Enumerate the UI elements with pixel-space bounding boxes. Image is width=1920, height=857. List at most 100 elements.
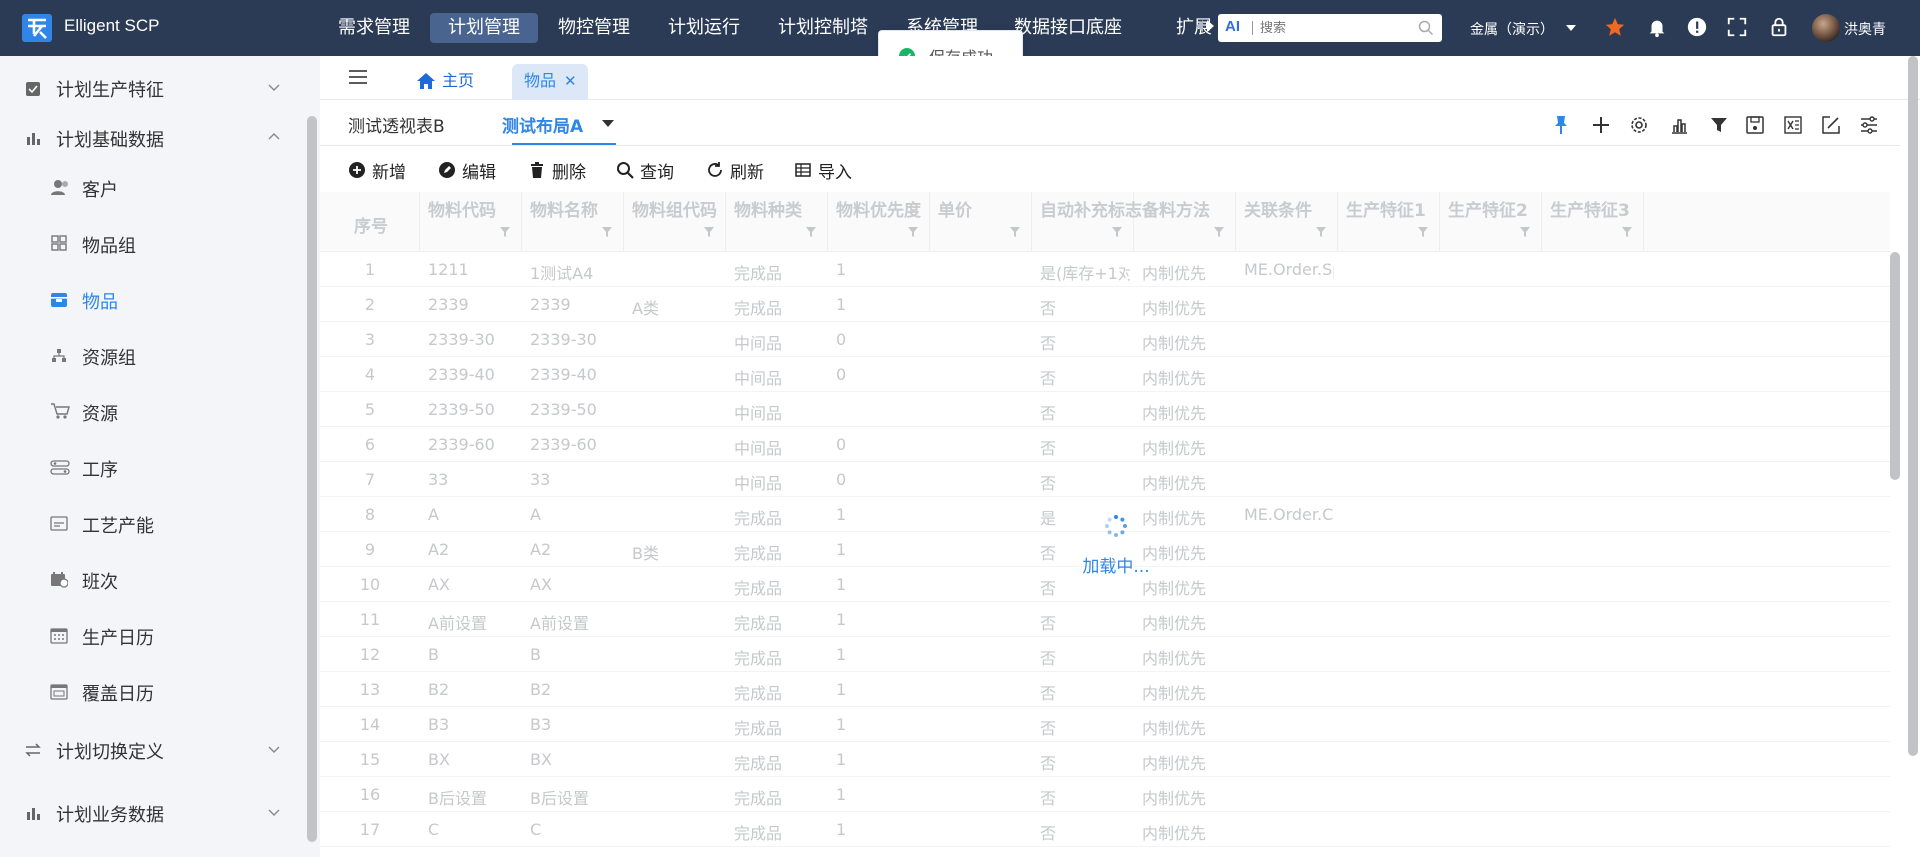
filter-icon[interactable] [1708, 114, 1730, 136]
table-row[interactable]: 15 BX BX 完成品 1 否内制优先 [320, 742, 1890, 777]
column-filter-icon[interactable] [1519, 226, 1531, 238]
table-cell[interactable]: 33 [428, 470, 518, 489]
save-icon[interactable] [1744, 114, 1766, 136]
sidebar-group-base-data[interactable]: 计划基础数据 [0, 116, 310, 160]
app-logo-icon[interactable] [20, 10, 56, 46]
table-cell[interactable]: 内制优先 [1142, 715, 1232, 739]
plus-icon[interactable] [1590, 114, 1612, 136]
user-name[interactable]: 洪奥青 [1844, 19, 1886, 39]
table-cell[interactable]: 否 [1040, 680, 1130, 704]
topnav-item-demand[interactable]: 需求管理 [320, 13, 428, 43]
table-cell[interactable]: B3 [428, 715, 518, 734]
table-cell[interactable]: 否 [1040, 715, 1130, 739]
column-header[interactable]: 物料组代码 [624, 192, 726, 252]
table-cell[interactable]: 否 [1040, 750, 1130, 774]
table-cell[interactable]: 1 [836, 715, 926, 734]
table-cell[interactable]: A2 [428, 540, 518, 559]
table-cell[interactable]: ME.Order.Sp... [1244, 260, 1334, 279]
column-header[interactable]: 生产特征1 [1338, 192, 1440, 252]
table-cell[interactable]: 完成品 [734, 645, 824, 669]
table-cell[interactable]: 2339-50 [428, 400, 518, 419]
table-cell[interactable]: 中间品 [734, 365, 824, 389]
search-icon[interactable] [1418, 20, 1434, 36]
bell-icon[interactable] [1646, 16, 1668, 38]
table-cell[interactable]: 否 [1040, 645, 1130, 669]
table-cell[interactable]: 内制优先 [1142, 400, 1232, 424]
sidebar-item-capacity[interactable]: 工艺产能 [0, 502, 310, 546]
search-box[interactable]: AI [1218, 14, 1442, 42]
table-row[interactable]: 5 2339-50 2339-50 中间品 否内制优先 [320, 392, 1890, 427]
star-icon[interactable] [1604, 16, 1626, 38]
table-cell[interactable]: A [428, 505, 518, 524]
tab-layout[interactable]: 测试布局A [502, 112, 583, 137]
table-cell[interactable]: 1测试A4 [530, 260, 620, 284]
table-cell[interactable]: 否 [1040, 575, 1130, 599]
sidebar-item-shift[interactable]: 班次 [0, 558, 310, 602]
table-cell[interactable]: A前设置 [428, 610, 518, 634]
table-cell[interactable]: 2339-50 [530, 400, 620, 419]
table-cell[interactable]: 33 [530, 470, 620, 489]
search-input[interactable] [1260, 17, 1410, 39]
table-cell[interactable]: C [428, 820, 518, 839]
sidebar-item-override-calendar[interactable]: 覆盖日历 [0, 670, 310, 714]
table-cell[interactable]: 内制优先 [1142, 330, 1232, 354]
table-cell[interactable]: 否 [1040, 435, 1130, 459]
avatar[interactable] [1812, 14, 1840, 42]
edit-window-icon[interactable] [1820, 114, 1842, 136]
topnav-item-plan-run[interactable]: 计划运行 [650, 13, 758, 43]
table-cell[interactable]: 1 [836, 680, 926, 699]
table-cell[interactable]: B2 [530, 680, 620, 699]
sidebar-item-item[interactable]: 物品 [0, 278, 310, 322]
column-header[interactable]: 物料种类 [726, 192, 828, 252]
table-cell[interactable]: 内制优先 [1142, 680, 1232, 704]
column-header[interactable]: 物料代码 [420, 192, 522, 252]
table-cell[interactable]: B3 [530, 715, 620, 734]
column-filter-icon[interactable] [1621, 226, 1633, 238]
table-cell[interactable]: 中间品 [734, 400, 824, 424]
table-cell[interactable]: 1211 [428, 260, 518, 279]
table-cell[interactable]: 完成品 [734, 260, 824, 284]
table-cell[interactable]: 否 [1040, 470, 1130, 494]
topnav-item-plan[interactable]: 计划管理 [430, 13, 538, 43]
table-cell[interactable]: 否 [1040, 610, 1130, 634]
table-cell[interactable]: 内制优先 [1142, 260, 1232, 284]
table-cell[interactable]: 完成品 [734, 820, 824, 844]
nav-scroll-right-icon[interactable] [1207, 20, 1214, 32]
table-cell[interactable]: 中间品 [734, 330, 824, 354]
table-row[interactable]: 16 B后设置 B后设置 完成品 1 否内制优先 [320, 777, 1890, 812]
table-cell[interactable]: AX [428, 575, 518, 594]
topnav-item-material-control[interactable]: 物控管理 [540, 13, 648, 43]
table-cell[interactable]: C [530, 820, 620, 839]
table-cell[interactable]: 0 [836, 330, 926, 349]
table-cell[interactable]: 内制优先 [1142, 575, 1232, 599]
table-row[interactable]: 13 B2 B2 完成品 1 否内制优先 [320, 672, 1890, 707]
table-row[interactable]: 12 B B 完成品 1 否内制优先 [320, 637, 1890, 672]
sidebar-group-production-features[interactable]: 计划生产特征 [0, 66, 310, 110]
table-cell[interactable]: BX [428, 750, 518, 769]
table-row[interactable]: 17 C C 完成品 1 否内制优先 [320, 812, 1890, 847]
table-cell[interactable]: 内制优先 [1142, 785, 1232, 809]
table-row[interactable]: 1 1211 1测试A4 完成品 1 是(库存+1对... 内制优先 ME.Order.Sp.… [320, 252, 1890, 287]
table-cell[interactable]: 2339-40 [530, 365, 620, 384]
table-cell[interactable]: 完成品 [734, 575, 824, 599]
table-cell[interactable]: B后设置 [530, 785, 620, 809]
table-cell[interactable]: 完成品 [734, 295, 824, 319]
table-cell[interactable]: 完成品 [734, 610, 824, 634]
table-cell[interactable]: 中间品 [734, 470, 824, 494]
tab-pivot-table[interactable]: 测试透视表B [348, 112, 445, 137]
close-icon[interactable]: ✕ [564, 64, 577, 98]
table-cell[interactable]: 否 [1040, 365, 1130, 389]
sidebar-item-process[interactable]: 工序 [0, 446, 310, 490]
topnav-item-control-tower[interactable]: 计划控制塔 [760, 13, 886, 43]
table-cell[interactable]: 中间品 [734, 435, 824, 459]
excel-export-icon[interactable] [1782, 114, 1804, 136]
table-row[interactable]: 14 B3 B3 完成品 1 否内制优先 [320, 707, 1890, 742]
sidebar-item-resource-group[interactable]: 资源组 [0, 334, 310, 378]
table-cell[interactable]: AX [530, 575, 620, 594]
table-cell[interactable]: 内制优先 [1142, 820, 1232, 844]
column-header[interactable]: 生产特征2 [1440, 192, 1542, 252]
column-header[interactable]: 物料名称 [522, 192, 624, 252]
table-cell[interactable]: 2339-40 [428, 365, 518, 384]
table-cell[interactable]: 1 [836, 295, 926, 314]
table-cell[interactable]: 1 [836, 610, 926, 629]
